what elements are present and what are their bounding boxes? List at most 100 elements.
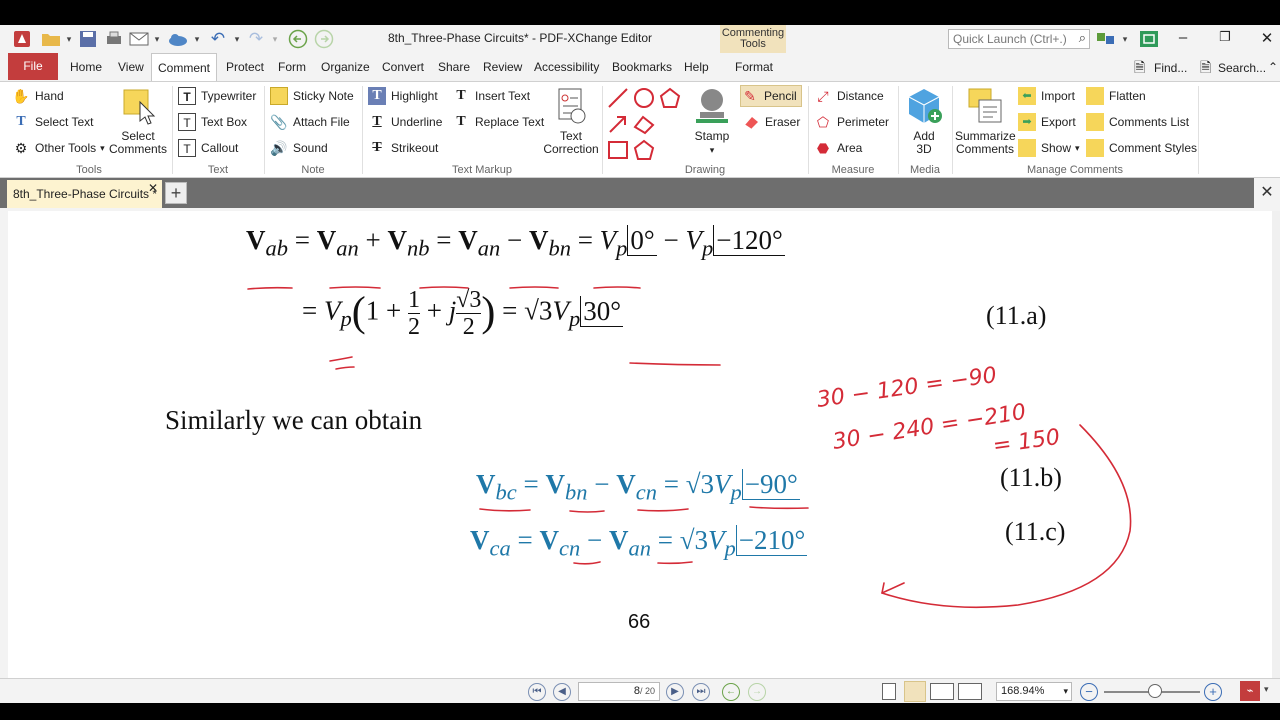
chevron-down-icon[interactable]: ▾ [192, 29, 202, 49]
zoom-level-dropdown[interactable]: 168.94% ▾ [996, 682, 1072, 701]
sound-tool[interactable]: 🔊 Sound [270, 137, 327, 159]
close-tab-icon[interactable]: ✕ [148, 174, 158, 202]
next-page-icon[interactable]: ▶ [666, 683, 684, 701]
comments-list-button[interactable]: Comments List [1086, 111, 1189, 133]
document-page[interactable]: Vab = Van + Vnb = Van − Vbn = Vp 0° − Vp −… [8, 211, 1272, 678]
quick-launch-input[interactable]: Quick Launch (Ctrl+.) ⌕ [948, 29, 1090, 49]
next-view-icon[interactable]: → [748, 683, 766, 701]
previous-page-icon[interactable]: ◀ [553, 683, 571, 701]
settings-icon[interactable] [1096, 29, 1118, 49]
text-correction-button[interactable]: Text Correction [541, 86, 601, 156]
eraser-tool[interactable]: Eraser [742, 111, 800, 133]
pdf-app-icon[interactable]: ⌁ [1240, 681, 1260, 701]
menu-help[interactable]: Help [684, 53, 709, 81]
ribbon-collapse-icon[interactable]: ⌃ [1268, 53, 1278, 81]
facing-view-icon[interactable] [930, 683, 954, 700]
menu-format[interactable]: Format [735, 53, 773, 81]
open-folder-icon[interactable] [40, 29, 62, 49]
pencil-tool[interactable]: ✎ Pencil [740, 85, 802, 107]
add-3d-button[interactable]: Add 3D [894, 86, 954, 156]
new-tab-button[interactable]: + [165, 182, 187, 204]
menu-organize[interactable]: Organize [321, 53, 370, 81]
flatten-button[interactable]: Flatten [1086, 85, 1146, 107]
close-button[interactable]: ✕ [1252, 29, 1280, 49]
arrow-tool-icon[interactable] [607, 113, 629, 135]
export-button[interactable]: ➡ Export [1018, 111, 1076, 133]
last-page-icon[interactable]: ⏭ [692, 683, 710, 701]
show-dropdown[interactable]: Show ▾ [1018, 137, 1080, 159]
chevron-down-icon[interactable]: ▾ [1264, 684, 1269, 695]
summarize-comments-button[interactable]: Summarize Comments [955, 86, 1016, 156]
menu-bookmarks[interactable]: Bookmarks [612, 53, 672, 81]
chevron-down-icon[interactable]: ▾ [232, 29, 242, 49]
continuous-facing-view-icon[interactable] [958, 683, 982, 700]
polygon-tool-icon[interactable] [659, 87, 681, 109]
select-text-tool[interactable]: T Select Text [12, 111, 93, 133]
chevron-down-icon[interactable]: ▾ [270, 29, 280, 49]
menu-share[interactable]: Share [438, 53, 470, 81]
highlight-tool[interactable]: T Highlight [368, 85, 438, 107]
zoom-out-icon[interactable]: − [1080, 683, 1098, 701]
sticky-note-tool[interactable]: Sticky Note [270, 85, 354, 107]
menu-accessibility[interactable]: Accessibility [534, 53, 599, 81]
redo-icon[interactable]: ↷ [246, 29, 266, 49]
polyline-tool-icon[interactable] [633, 113, 655, 135]
menu-home[interactable]: Home [70, 53, 102, 81]
comment-styles-button[interactable]: Comment Styles [1086, 137, 1197, 159]
restore-button[interactable]: ❐ [1210, 29, 1240, 49]
menu-form[interactable]: Form [278, 53, 306, 81]
vertical-scrollbar[interactable] [1272, 211, 1280, 678]
strikeout-tool[interactable]: T Strikeout [368, 137, 438, 159]
email-icon[interactable] [128, 29, 150, 49]
page-number-input[interactable]: 8/ 20 [578, 682, 660, 701]
previous-view-icon[interactable]: ← [722, 683, 740, 701]
first-page-icon[interactable]: ⏮ [528, 683, 546, 701]
chevron-down-icon[interactable]: ▾ [152, 29, 162, 49]
print-icon[interactable] [104, 29, 124, 49]
cloud-shape-tool-icon[interactable] [633, 139, 655, 161]
document-tab[interactable]: 8th_Three-Phase Circuits * ✕ [7, 180, 162, 208]
text-box-tool[interactable]: T Text Box [178, 111, 247, 133]
app-logo-icon[interactable] [12, 29, 32, 49]
menu-view[interactable]: View [118, 53, 144, 81]
attach-file-tool[interactable]: 📎 Attach File [270, 111, 349, 133]
fullscreen-icon[interactable] [1138, 29, 1160, 49]
perimeter-tool[interactable]: ⬠ Perimeter [814, 111, 889, 133]
minimize-button[interactable]: – [1168, 29, 1198, 49]
other-tools-dropdown[interactable]: ⚙ Other Tools ▾ [12, 137, 105, 159]
chevron-down-icon[interactable]: ▾ [64, 29, 74, 49]
menu-review[interactable]: Review [483, 53, 522, 81]
close-document-icon[interactable]: ✕ [1254, 178, 1280, 208]
distance-tool[interactable]: ⤢ Distance [814, 85, 884, 107]
pencil-annotations[interactable]: 30 − 120 = −90 30 − 240 = −210 = 150 [8, 211, 1272, 678]
select-comments-button[interactable]: Select Comments [108, 86, 168, 156]
rectangle-tool-icon[interactable] [607, 139, 629, 161]
zoom-slider-thumb[interactable] [1148, 684, 1162, 698]
line-tool-icon[interactable] [607, 87, 629, 109]
continuous-view-icon[interactable] [904, 681, 926, 702]
menu-comment[interactable]: Comment [151, 53, 218, 81]
find-button[interactable]: 🗎 Find... [1134, 53, 1187, 81]
callout-tool[interactable]: T Callout [178, 137, 238, 159]
menu-convert[interactable]: Convert [382, 53, 424, 81]
replace-text-tool[interactable]: T Replace Text [452, 111, 544, 133]
area-tool[interactable]: ⬣ Area [814, 137, 862, 159]
distance-label: Distance [837, 89, 884, 103]
save-icon[interactable] [78, 29, 98, 49]
hand-tool[interactable]: ✋ Hand [12, 85, 63, 107]
typewriter-tool[interactable]: T Typewriter [178, 85, 256, 107]
underline-tool[interactable]: T Underline [368, 111, 442, 133]
insert-text-tool[interactable]: T Insert Text [452, 85, 530, 107]
menu-protect[interactable]: Protect [226, 53, 264, 81]
back-icon[interactable] [288, 29, 308, 49]
chevron-down-icon[interactable]: ▾ [1120, 29, 1130, 49]
import-button[interactable]: ⬅ Import [1018, 85, 1075, 107]
zoom-in-icon[interactable]: + [1204, 683, 1222, 701]
single-page-view-icon[interactable] [882, 683, 896, 700]
cloud-icon[interactable] [166, 29, 190, 49]
search-button[interactable]: 🗎 Search... [1200, 53, 1266, 81]
stamp-button[interactable]: Stamp ▾ [682, 86, 742, 157]
file-menu[interactable]: File [8, 53, 58, 80]
undo-icon[interactable]: ↶ [208, 29, 228, 49]
ellipse-tool-icon[interactable] [633, 87, 655, 109]
